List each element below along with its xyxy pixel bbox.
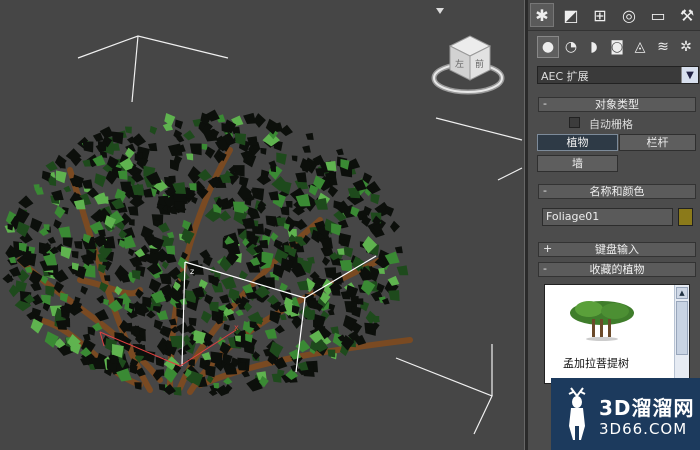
display-icon[interactable]: ▭ <box>646 3 670 27</box>
banyan-tree-thumbnail[interactable] <box>567 295 637 343</box>
category-dropdown[interactable]: AEC 扩展 ▼ <box>537 66 699 84</box>
lights-icon[interactable]: ◗ <box>583 36 605 58</box>
hierarchy-icon[interactable]: ⊞ <box>588 3 612 27</box>
chevron-down-icon[interactable]: ▼ <box>681 67 698 83</box>
spacewarps-icon[interactable]: ≋ <box>652 36 674 58</box>
list-scrollbar[interactable]: ▲ <box>674 285 689 383</box>
rollout-title: 收藏的植物 <box>589 263 645 276</box>
home-icon <box>436 8 444 14</box>
foliage-button[interactable]: 植物 <box>537 134 618 151</box>
rollout-object-type[interactable]: - 对象类型 <box>538 97 696 112</box>
create-icon[interactable]: ✱ <box>530 3 554 27</box>
scroll-up-icon[interactable]: ▲ <box>676 287 688 299</box>
object-name-field[interactable]: Foliage01 <box>542 208 673 226</box>
category-dropdown-value: AEC 扩展 <box>541 70 589 83</box>
plant-item-label[interactable]: 孟加拉菩提树 <box>563 355 629 371</box>
object-color-swatch[interactable] <box>678 208 693 226</box>
viewcube[interactable]: 左 前 <box>431 8 505 95</box>
modify-icon[interactable]: ◩ <box>559 3 583 27</box>
motion-icon[interactable]: ◎ <box>617 3 641 27</box>
systems-icon[interactable]: ✲ <box>675 36 697 58</box>
rollout-title: 键盘输入 <box>595 243 639 256</box>
rollout-title: 名称和颜色 <box>589 185 645 198</box>
viewcube-face-left: 左 <box>455 58 464 70</box>
perspective-viewport[interactable]: z x 左 前 <box>0 0 524 450</box>
geometry-icon[interactable]: ● <box>537 36 559 58</box>
shapes-icon[interactable]: ◔ <box>560 36 582 58</box>
wall-button[interactable]: 墙 <box>537 155 618 172</box>
favorite-plants-list[interactable]: 孟加拉菩提树 ▲ <box>544 284 690 384</box>
deer-logo-icon <box>568 387 586 440</box>
svg-text:x: x <box>234 323 239 332</box>
rollout-favorite-plants[interactable]: - 收藏的植物 <box>538 262 696 277</box>
viewcube-face-front: 前 <box>475 58 484 70</box>
autogrid-label: 自动栅格 <box>589 118 633 131</box>
rollout-title: 对象类型 <box>595 98 639 111</box>
cameras-icon[interactable]: ◙ <box>606 36 628 58</box>
scroll-thumb[interactable] <box>676 301 688 355</box>
viewport-canvas[interactable]: z x 左 前 <box>0 0 524 450</box>
utilities-icon[interactable]: ⚒ <box>675 3 699 27</box>
create-subcategories: ● ◔ ◗ ◙ ◬ ≋ ✲ <box>528 36 700 60</box>
foliage-cluster <box>2 109 409 397</box>
autogrid-checkbox[interactable] <box>569 117 580 128</box>
command-panel-tabs: ✱ ◩ ⊞ ◎ ▭ ⚒ <box>528 0 700 31</box>
helpers-icon[interactable]: ◬ <box>629 36 651 58</box>
site-watermark: 3D溜溜网 3D66.COM <box>551 378 700 450</box>
watermark-domain: 3D66.COM <box>599 420 688 438</box>
svg-text:z: z <box>190 267 194 276</box>
rollout-keyboard-entry[interactable]: + 键盘输入 <box>538 242 696 257</box>
railing-button[interactable]: 栏杆 <box>619 134 696 151</box>
rollout-name-color[interactable]: - 名称和颜色 <box>538 184 696 199</box>
watermark-brand: 3D溜溜网 <box>599 396 695 420</box>
